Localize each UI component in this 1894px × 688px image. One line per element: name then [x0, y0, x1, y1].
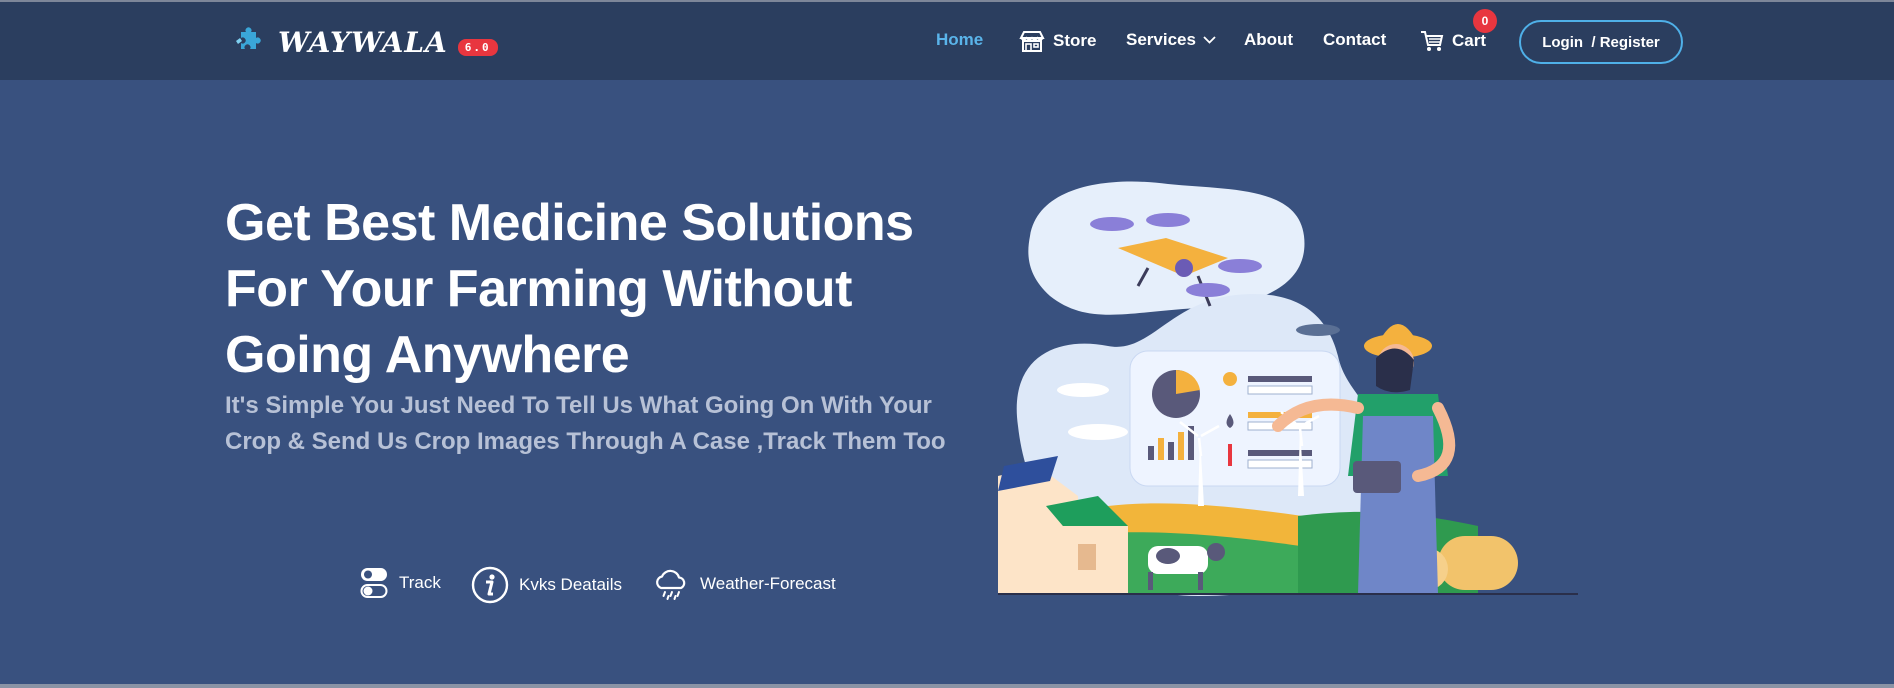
brand-logo[interactable]: WAYWALA 6.0	[232, 22, 498, 62]
nav-home-label: Home	[936, 30, 984, 49]
cloud-rain-icon	[656, 569, 686, 600]
nav-contact[interactable]: Contact	[1323, 30, 1386, 50]
nav-about[interactable]: About	[1244, 30, 1293, 50]
cart-icon	[1421, 31, 1444, 51]
feature-track-label: Track	[399, 573, 441, 592]
info-icon	[471, 566, 509, 604]
page-divider	[0, 684, 1894, 688]
farming-drone-illustration	[998, 181, 1578, 596]
hero-title: Get Best Medicine Solutions For Your Far…	[225, 194, 914, 384]
version-badge: 6.0	[457, 38, 498, 56]
chevron-down-icon	[1203, 36, 1216, 44]
nav-contact-label: Contact	[1323, 30, 1387, 49]
feature-weather-forecast[interactable]: Weather-Forecast	[652, 566, 836, 602]
feature-track[interactable]: Track	[359, 566, 441, 600]
nav-store-label: Store	[1053, 31, 1097, 50]
puzzle-icon	[236, 27, 261, 49]
hero-subtitle: It's Simple You Just Need To Tell Us Wha…	[225, 392, 946, 455]
nav-home[interactable]: Home	[936, 30, 983, 50]
navbar: WAYWALA 6.0 Home Store Services About Co…	[0, 0, 1894, 80]
feature-kvks-details[interactable]: Kvks Deatails	[471, 566, 622, 604]
nav-cart[interactable]: Cart	[1420, 30, 1486, 52]
feature-kvks-label: Kvks Deatails	[519, 575, 622, 594]
toggle-track-icon	[360, 568, 388, 598]
brand-name: WAYWALA	[278, 25, 448, 59]
nav-store[interactable]: Store	[1019, 30, 1096, 52]
nav-about-label: About	[1244, 30, 1294, 49]
nav-cart-label: Cart	[1452, 31, 1487, 50]
login-register-button[interactable]: Login / Register	[1519, 20, 1683, 64]
feature-weather-label: Weather-Forecast	[700, 574, 836, 593]
store-icon	[1019, 31, 1045, 52]
nav-services-label: Services	[1126, 30, 1196, 49]
cart-count-badge: 0	[1473, 9, 1497, 33]
nav-services[interactable]: Services	[1126, 30, 1216, 50]
